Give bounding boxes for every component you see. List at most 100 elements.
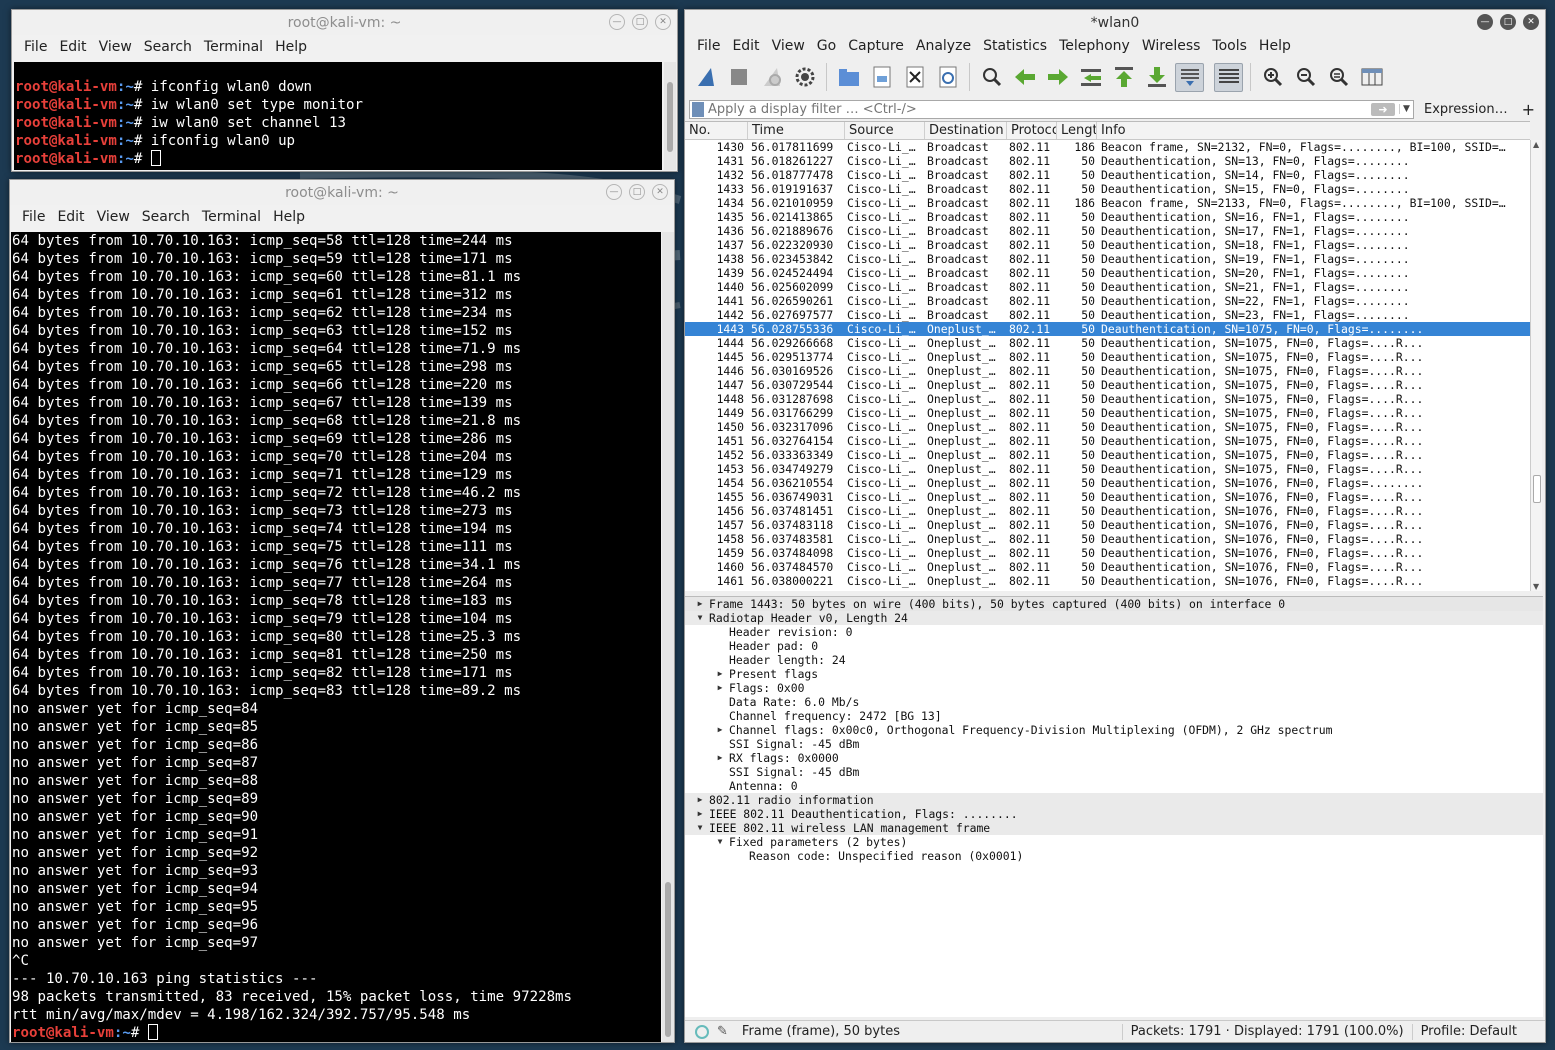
minimize-icon[interactable]: — [609, 14, 625, 30]
terminal-scrollbar[interactable] [662, 232, 674, 1042]
packet-row[interactable]: 1436 56.021889676 Cisco-Li_… Broadcast 802.1… [685, 224, 1530, 238]
packet-row[interactable]: 1452 56.033363349 Cisco-Li_… Oneplust_… 802.… [685, 448, 1530, 462]
packet-row[interactable]: 1444 56.029266668 Cisco-Li_… Oneplust_… 802.… [685, 336, 1530, 350]
menu-telephony[interactable]: Telephony [1053, 38, 1136, 54]
menu-help[interactable]: Help [1253, 38, 1297, 54]
column-time[interactable]: Time [748, 122, 845, 139]
packet-row[interactable]: 1446 56.030169526 Cisco-Li_… Oneplust_… 802.… [685, 364, 1530, 378]
menu-view[interactable]: View [91, 209, 136, 225]
go-first-packet-icon[interactable] [1109, 63, 1138, 92]
menu-file[interactable]: File [18, 39, 53, 55]
collapse-arrow-icon[interactable]: ▼ [693, 611, 707, 625]
packet-row[interactable]: 1447 56.030729544 Cisco-Li_… Oneplust_… 802.… [685, 378, 1530, 392]
go-to-packet-icon[interactable] [1076, 63, 1105, 92]
menu-view[interactable]: View [93, 39, 138, 55]
detail-row[interactable]: Header pad: 0 [685, 639, 1543, 653]
detail-row[interactable]: ▶ IEEE 802.11 Deauthentication, Flags: ..… [685, 807, 1543, 821]
maximize-icon[interactable]: □ [632, 14, 648, 30]
terminal-output[interactable]: 64 bytes from 10.70.10.163: icmp_seq=58 … [11, 232, 661, 1042]
expand-arrow-icon[interactable]: ▶ [713, 667, 727, 681]
detail-row[interactable]: Channel frequency: 2472 [BG 13] [685, 709, 1543, 723]
packet-row[interactable]: 1460 56.037484570 Cisco-Li_… Oneplust_… 802.… [685, 560, 1530, 574]
column-destination[interactable]: Destination [925, 122, 1007, 139]
terminal-scrollbar[interactable] [664, 62, 676, 170]
packet-row[interactable]: 1459 56.037484098 Cisco-Li_… Oneplust_… 802.… [685, 546, 1530, 560]
capture-options-gear-icon[interactable] [790, 63, 819, 92]
packet-row[interactable]: 1433 56.019191637 Cisco-Li_… Broadcast 802.1… [685, 182, 1530, 196]
stop-capture-icon[interactable] [724, 63, 753, 92]
add-filter-button[interactable]: + [1518, 100, 1539, 119]
save-file-icon[interactable] [867, 63, 896, 92]
detail-row[interactable]: ▼ IEEE 802.11 wireless LAN management fra… [685, 821, 1543, 835]
menu-tools[interactable]: Tools [1206, 38, 1253, 54]
packet-row[interactable]: 1431 56.018261227 Cisco-Li_… Broadcast 802.1… [685, 154, 1530, 168]
go-forward-arrow-icon[interactable] [1043, 63, 1072, 92]
menu-statistics[interactable]: Statistics [977, 38, 1053, 54]
close-icon[interactable]: ✕ [655, 14, 671, 30]
open-folder-icon[interactable] [834, 63, 863, 92]
detail-row[interactable]: SSI Signal: -45 dBm [685, 765, 1543, 779]
detail-row[interactable]: ▼ Fixed parameters (2 bytes) [685, 835, 1543, 849]
zoom-out-icon[interactable] [1291, 63, 1320, 92]
close-icon[interactable]: ✕ [652, 184, 668, 200]
display-filter-input[interactable] [704, 100, 1372, 118]
packet-row[interactable]: 1457 56.037483118 Cisco-Li_… Oneplust_… 802.… [685, 518, 1530, 532]
close-file-icon[interactable] [900, 63, 929, 92]
menu-terminal[interactable]: Terminal [196, 209, 267, 225]
find-packet-icon[interactable] [977, 63, 1006, 92]
menu-help[interactable]: Help [269, 39, 313, 55]
expert-info-icon[interactable] [695, 1024, 709, 1039]
packet-row[interactable]: 1435 56.021413865 Cisco-Li_… Broadcast 802.1… [685, 210, 1530, 224]
apply-filter-arrow-icon[interactable]: ➜ [1371, 102, 1396, 116]
column-length[interactable]: Length [1057, 122, 1097, 139]
packet-row[interactable]: 1449 56.031766299 Cisco-Li_… Oneplust_… 802.… [685, 406, 1530, 420]
detail-row[interactable]: ▶ Frame 1443: 50 bytes on wire (400 bits)… [685, 597, 1543, 611]
detail-row[interactable]: Header length: 24 [685, 653, 1543, 667]
zoom-in-icon[interactable] [1258, 63, 1287, 92]
packet-row[interactable]: 1448 56.031287698 Cisco-Li_… Oneplust_… 802.… [685, 392, 1530, 406]
collapse-arrow-icon[interactable]: ▼ [713, 835, 727, 849]
menu-help[interactable]: Help [267, 209, 311, 225]
bookmark-icon[interactable] [692, 101, 704, 117]
shark-fin-start-icon[interactable] [691, 63, 720, 92]
menu-terminal[interactable]: Terminal [198, 39, 269, 55]
packet-row[interactable]: 1443 56.028755336 Cisco-Li_… Oneplust_… 802.… [685, 322, 1530, 336]
menu-edit[interactable]: Edit [53, 39, 92, 55]
menu-file[interactable]: File [16, 209, 51, 225]
packet-row[interactable]: 1456 56.037481451 Cisco-Li_… Oneplust_… 802.… [685, 504, 1530, 518]
column-no[interactable]: No. [685, 122, 748, 139]
colorize-icon[interactable] [1214, 62, 1243, 92]
packet-row[interactable]: 1439 56.024524494 Cisco-Li_… Broadcast 802.1… [685, 266, 1530, 280]
expression-button[interactable]: Expression… [1420, 102, 1512, 117]
detail-row[interactable]: ▶ RX flags: 0x0000 [685, 751, 1543, 765]
zoom-normal-icon[interactable] [1324, 63, 1353, 92]
menu-wireless[interactable]: Wireless [1136, 38, 1207, 54]
expand-arrow-icon[interactable]: ▶ [713, 751, 727, 765]
expand-arrow-icon[interactable]: ▶ [693, 597, 707, 611]
packet-row[interactable]: 1455 56.036749031 Cisco-Li_… Oneplust_… 802.… [685, 490, 1530, 504]
maximize-icon[interactable]: □ [629, 184, 645, 200]
menu-file[interactable]: File [691, 38, 726, 54]
minimize-icon[interactable]: — [606, 184, 622, 200]
menu-view[interactable]: View [766, 38, 811, 54]
detail-row[interactable]: SSI Signal: -45 dBm [685, 737, 1543, 751]
restart-capture-icon[interactable] [757, 63, 786, 92]
packet-row[interactable]: 1445 56.029513774 Cisco-Li_… Oneplust_… 802.… [685, 350, 1530, 364]
column-info[interactable]: Info [1097, 122, 1530, 139]
packet-row[interactable]: 1458 56.037483581 Cisco-Li_… Oneplust_… 802.… [685, 532, 1530, 546]
expand-arrow-icon[interactable]: ▶ [713, 723, 727, 737]
menu-go[interactable]: Go [811, 38, 842, 54]
capture-comment-icon[interactable]: ✎ [717, 1024, 728, 1039]
detail-row[interactable]: ▼ Radiotap Header v0, Length 24 [685, 611, 1543, 625]
menu-capture[interactable]: Capture [842, 38, 910, 54]
column-protocol[interactable]: Protocol [1007, 122, 1057, 139]
maximize-icon[interactable]: □ [1500, 14, 1516, 30]
reload-file-icon[interactable] [933, 63, 962, 92]
detail-row[interactable]: ▶ 802.11 radio information [685, 793, 1543, 807]
terminal-output[interactable]: root@kali-vm:~# ifconfig wlan0 down root@… [14, 62, 662, 170]
menu-analyze[interactable]: Analyze [910, 38, 977, 54]
detail-row[interactable]: ▶ Channel flags: 0x00c0, Orthogonal Frequ… [685, 723, 1543, 737]
menu-edit[interactable]: Edit [726, 38, 765, 54]
column-source[interactable]: Source [845, 122, 925, 139]
packet-row[interactable]: 1438 56.023453842 Cisco-Li_… Broadcast 802.1… [685, 252, 1530, 266]
